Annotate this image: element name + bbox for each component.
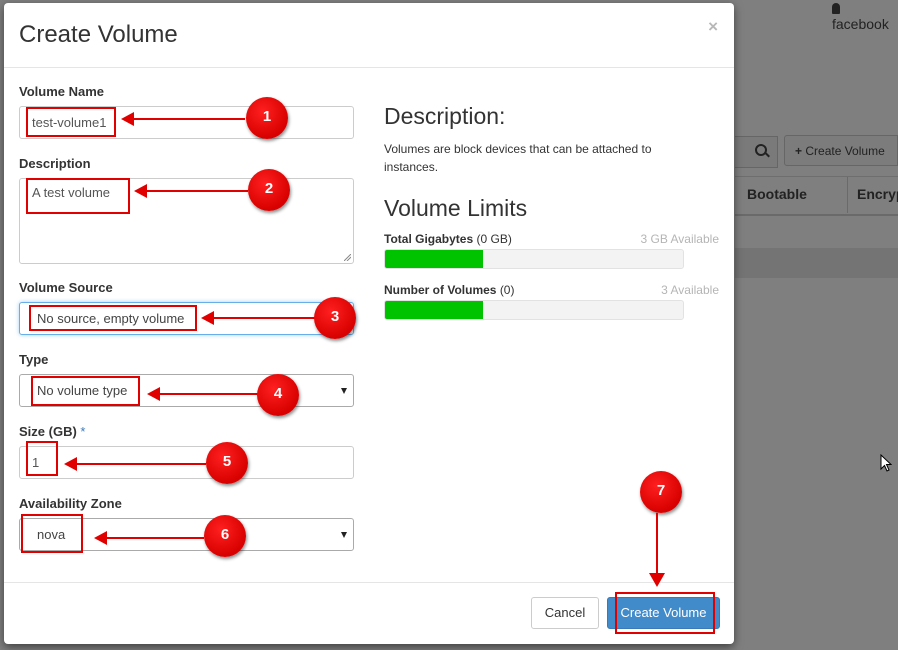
gigabytes-progress-fill	[385, 250, 484, 268]
highlight-availability-zone	[21, 514, 83, 553]
resize-handle-icon[interactable]	[344, 254, 351, 261]
highlight-volume-source	[29, 305, 197, 331]
user-icon	[832, 3, 840, 14]
arrow-6	[94, 531, 204, 545]
step-badge-7: 7	[640, 471, 682, 513]
search-icon	[755, 144, 767, 156]
close-icon[interactable]: ×	[708, 17, 718, 37]
volumes-available: 3 Available	[661, 283, 719, 297]
highlight-create-volume	[615, 592, 715, 634]
background-table-row	[735, 248, 898, 278]
column-divider	[847, 177, 848, 213]
arrow-3	[201, 311, 315, 325]
mouse-cursor-icon	[880, 453, 893, 477]
highlight-volume-name	[26, 107, 116, 137]
number-of-volumes-label: Number of Volumes (0)	[384, 283, 515, 297]
user-menu[interactable]: facebook	[832, 0, 898, 32]
chevron-down-icon	[341, 388, 347, 394]
size-label: Size (GB) *	[19, 424, 86, 439]
modal-header: Create Volume ×	[4, 3, 734, 68]
availability-zone-label: Availability Zone	[19, 496, 122, 511]
column-header-encrypted: Encryp	[857, 186, 898, 202]
step-badge-6: 6	[204, 515, 246, 557]
arrow-5	[64, 457, 206, 471]
cancel-button[interactable]: Cancel	[531, 597, 599, 629]
type-label: Type	[19, 352, 49, 367]
volumes-progress-bar	[384, 300, 684, 320]
volume-name-label: Volume Name	[19, 84, 105, 99]
volume-source-label: Volume Source	[19, 280, 113, 295]
step-badge-2: 2	[248, 169, 290, 211]
arrow-4	[147, 387, 258, 401]
highlight-description	[26, 178, 130, 214]
arrow-2	[134, 184, 248, 198]
arrow-7	[649, 513, 665, 587]
description-heading: Description:	[384, 103, 506, 129]
arrow-1	[121, 112, 245, 126]
background-create-volume-button: + Create Volume	[784, 135, 898, 166]
column-header-bootable: Bootable	[747, 186, 807, 202]
highlight-type	[31, 376, 140, 406]
step-badge-1: 1	[246, 97, 288, 139]
gigabytes-progress-bar	[384, 249, 684, 269]
step-badge-5: 5	[206, 442, 248, 484]
step-badge-3: 3	[314, 297, 356, 339]
volumes-progress-fill	[385, 301, 484, 319]
required-mark: *	[80, 424, 86, 439]
description-text: Volumes are block devices that can be at…	[384, 142, 652, 174]
chevron-down-icon	[341, 532, 347, 538]
volume-limits-heading: Volume Limits	[384, 195, 528, 221]
modal-title: Create Volume	[19, 21, 178, 48]
total-gigabytes-label: Total Gigabytes (0 GB)	[384, 232, 512, 246]
highlight-size	[26, 441, 58, 476]
step-badge-4: 4	[257, 374, 299, 416]
description-label: Description	[19, 156, 91, 171]
gigabytes-available: 3 GB Available	[640, 232, 720, 246]
